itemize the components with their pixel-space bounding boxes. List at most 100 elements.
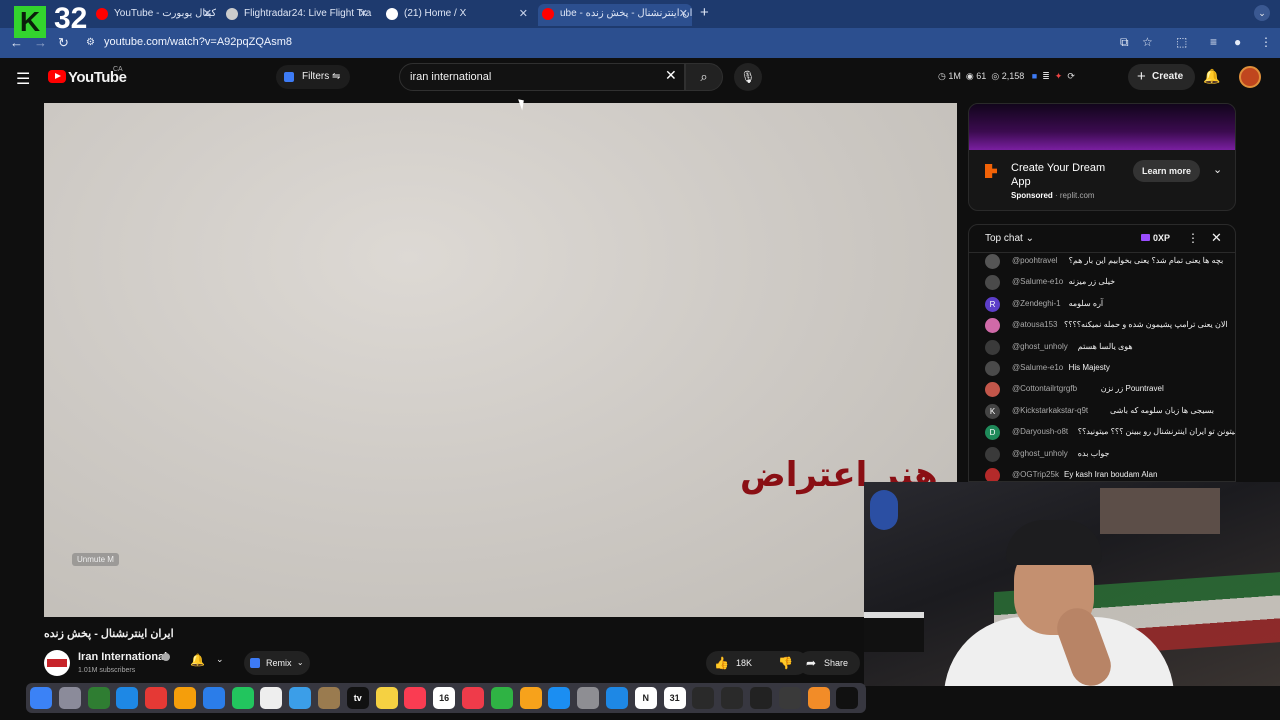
xp-badge[interactable]: 0XP	[1141, 233, 1170, 243]
chat-avatar[interactable]	[985, 382, 1000, 398]
chat-avatar[interactable]: R	[985, 296, 1000, 312]
hamburger-menu-icon[interactable]: ☰	[16, 69, 30, 89]
youtube-logo-icon[interactable]	[48, 70, 66, 83]
tab-close-icon[interactable]: ✕	[519, 4, 528, 24]
dock-chrome-icon[interactable]	[145, 687, 168, 709]
share-button[interactable]: ➦ Share	[798, 651, 861, 675]
dock-numbers-icon[interactable]	[490, 687, 513, 709]
video-player[interactable]: هنر اعتراض Unmute M	[44, 103, 957, 617]
clear-search-icon[interactable]: ✕	[665, 67, 677, 84]
chat-author[interactable]: @atousa153	[1012, 320, 1058, 330]
subscribed-bell-icon[interactable]: 🔔	[190, 653, 205, 667]
dock-facetime-icon[interactable]	[231, 687, 254, 709]
unmute-button[interactable]: Unmute M	[72, 553, 119, 566]
dock-notes-icon[interactable]	[375, 687, 398, 709]
chat-author[interactable]: @OGTrip25k	[1012, 470, 1059, 480]
browser-menu-icon[interactable]: ⋮	[1260, 35, 1272, 49]
chat-more-icon[interactable]: ⋮	[1187, 231, 1199, 245]
cast-icon[interactable]: ⧉	[1120, 35, 1129, 50]
dock-safari-icon[interactable]	[116, 687, 139, 709]
url-field[interactable]: youtube.com/watch?v=A92pqZQAsm8	[104, 36, 292, 48]
extension-a-icon[interactable]: ■	[1032, 71, 1037, 81]
dock-pages-icon[interactable]	[519, 687, 542, 709]
chat-author[interactable]: @Cottontailrtgrgfb	[1012, 384, 1077, 394]
tab-close-icon[interactable]: ✕	[359, 4, 368, 24]
extension-b-icon[interactable]: ≣	[1042, 71, 1050, 81]
learn-more-button[interactable]: Learn more	[1133, 160, 1201, 182]
dock-app-dark-1-icon[interactable]	[692, 687, 715, 709]
reload-icon[interactable]: ↻	[58, 35, 69, 51]
chat-author[interactable]: @Salume-e1o	[1012, 363, 1063, 373]
reading-list-icon[interactable]: ≡	[1210, 35, 1217, 49]
chat-avatar[interactable]	[985, 275, 1000, 291]
ad-expand-chevron-icon[interactable]: ⌄	[1213, 163, 1222, 176]
extension-c-icon[interactable]: ✦	[1055, 71, 1063, 81]
dock-unity-icon[interactable]	[750, 687, 772, 709]
chat-avatar[interactable]: K	[985, 403, 1000, 419]
chat-author[interactable]: @Zendeghi-1	[1012, 299, 1061, 309]
notifications-bell-icon[interactable]: 🔔	[1203, 68, 1220, 85]
chat-author[interactable]: @ghost_unholy	[1012, 342, 1068, 352]
chat-avatar[interactable]: D	[985, 425, 1000, 441]
search-button[interactable]: ⌕	[685, 63, 723, 91]
voice-search-button[interactable]: 🎙	[734, 63, 762, 91]
top-chat-dropdown[interactable]: Top chat ⌄	[985, 233, 1034, 244]
dock-app-blue-icon[interactable]	[606, 687, 628, 709]
tab-x-home[interactable]: (21) Home / X ✕	[382, 4, 532, 26]
dock-music-icon[interactable]	[404, 687, 427, 709]
dock-mail-icon[interactable]	[202, 687, 225, 709]
tab-close-icon[interactable]: ✕	[679, 4, 688, 24]
dock-fl-studio-icon[interactable]	[807, 687, 830, 709]
account-avatar[interactable]	[1239, 66, 1261, 88]
chat-avatar[interactable]	[985, 446, 1000, 462]
chat-author[interactable]: @Salume-e1o	[1012, 277, 1063, 287]
create-button[interactable]: + Create	[1128, 64, 1196, 90]
tab-close-icon[interactable]: ✕	[203, 4, 212, 24]
thumbs-up-icon[interactable]: 👍	[714, 651, 729, 675]
sponsored-ad-card[interactable]: Create Your Dream App Sponsored · replit…	[968, 103, 1236, 211]
channel-name[interactable]: Iran International	[78, 651, 167, 663]
extension-d-icon[interactable]: ⟳	[1067, 71, 1075, 81]
tab-youtube-live[interactable]: ube - ایران اینترنشنال - پخش زنده ✕	[538, 4, 692, 26]
chat-author[interactable]: @Kickstarkakstar-q9t	[1012, 406, 1088, 416]
dock-settings-icon[interactable]	[577, 687, 600, 709]
site-settings-icon[interactable]: ⚙	[86, 37, 95, 48]
chat-author[interactable]: @poohtravel	[1012, 256, 1057, 266]
dock-launchpad-icon[interactable]	[58, 687, 81, 709]
profile-icon[interactable]: ●	[1234, 35, 1241, 49]
chat-avatar[interactable]	[985, 254, 1000, 269]
dock-app-gear-icon[interactable]	[778, 687, 801, 709]
chat-author[interactable]: @ghost_unholy	[1012, 449, 1068, 459]
tab-flightradar[interactable]: Flightradar24: Live Flight Tra ✕	[222, 4, 372, 26]
filters-button[interactable]: Filters ⇋	[276, 65, 351, 89]
bookmark-star-icon[interactable]: ☆	[1142, 35, 1153, 49]
dock-capcut-icon[interactable]	[836, 687, 859, 709]
subscription-chevron-icon[interactable]: ⌄	[216, 654, 224, 665]
extensions-icon[interactable]: ⬚	[1176, 35, 1187, 49]
dock-finder-icon[interactable]	[30, 687, 52, 709]
chat-author[interactable]: @Daryoush-o8t	[1012, 427, 1068, 437]
chat-avatar[interactable]	[985, 339, 1000, 355]
ad-title[interactable]: Create Your Dream App	[1011, 161, 1111, 189]
dock-freeform-icon[interactable]	[289, 687, 312, 709]
remix-button[interactable]: Remix ⌄	[244, 651, 310, 675]
dock-app-green-icon[interactable]	[87, 687, 110, 709]
dock-photos-icon[interactable]	[174, 687, 196, 709]
dock-app-store-icon[interactable]	[548, 687, 571, 709]
chat-avatar[interactable]	[985, 468, 1000, 481]
chat-avatar[interactable]	[985, 361, 1000, 376]
dock-app-dark-2-icon[interactable]	[721, 687, 744, 709]
tab-search-chevron-icon[interactable]: ⌄	[1254, 5, 1270, 21]
thumbs-down-icon[interactable]: 👎	[778, 651, 793, 675]
chat-avatar[interactable]	[985, 318, 1000, 334]
chat-close-icon[interactable]: ✕	[1211, 230, 1222, 246]
search-input[interactable]: iran international	[399, 63, 685, 91]
dock-calendar-icon[interactable]: 16	[433, 687, 456, 709]
dock-notion-icon[interactable]: N	[634, 687, 657, 709]
dock-calendar-31-icon[interactable]: 31	[663, 687, 686, 709]
new-tab-button[interactable]: +	[700, 4, 709, 21]
dock-news-icon[interactable]	[462, 687, 484, 709]
tab-youtube-1[interactable]: YouTube - کیتال یوبورت ✕	[92, 4, 216, 26]
channel-avatar[interactable]	[44, 650, 70, 676]
dock-app-brown-icon[interactable]	[318, 687, 340, 709]
